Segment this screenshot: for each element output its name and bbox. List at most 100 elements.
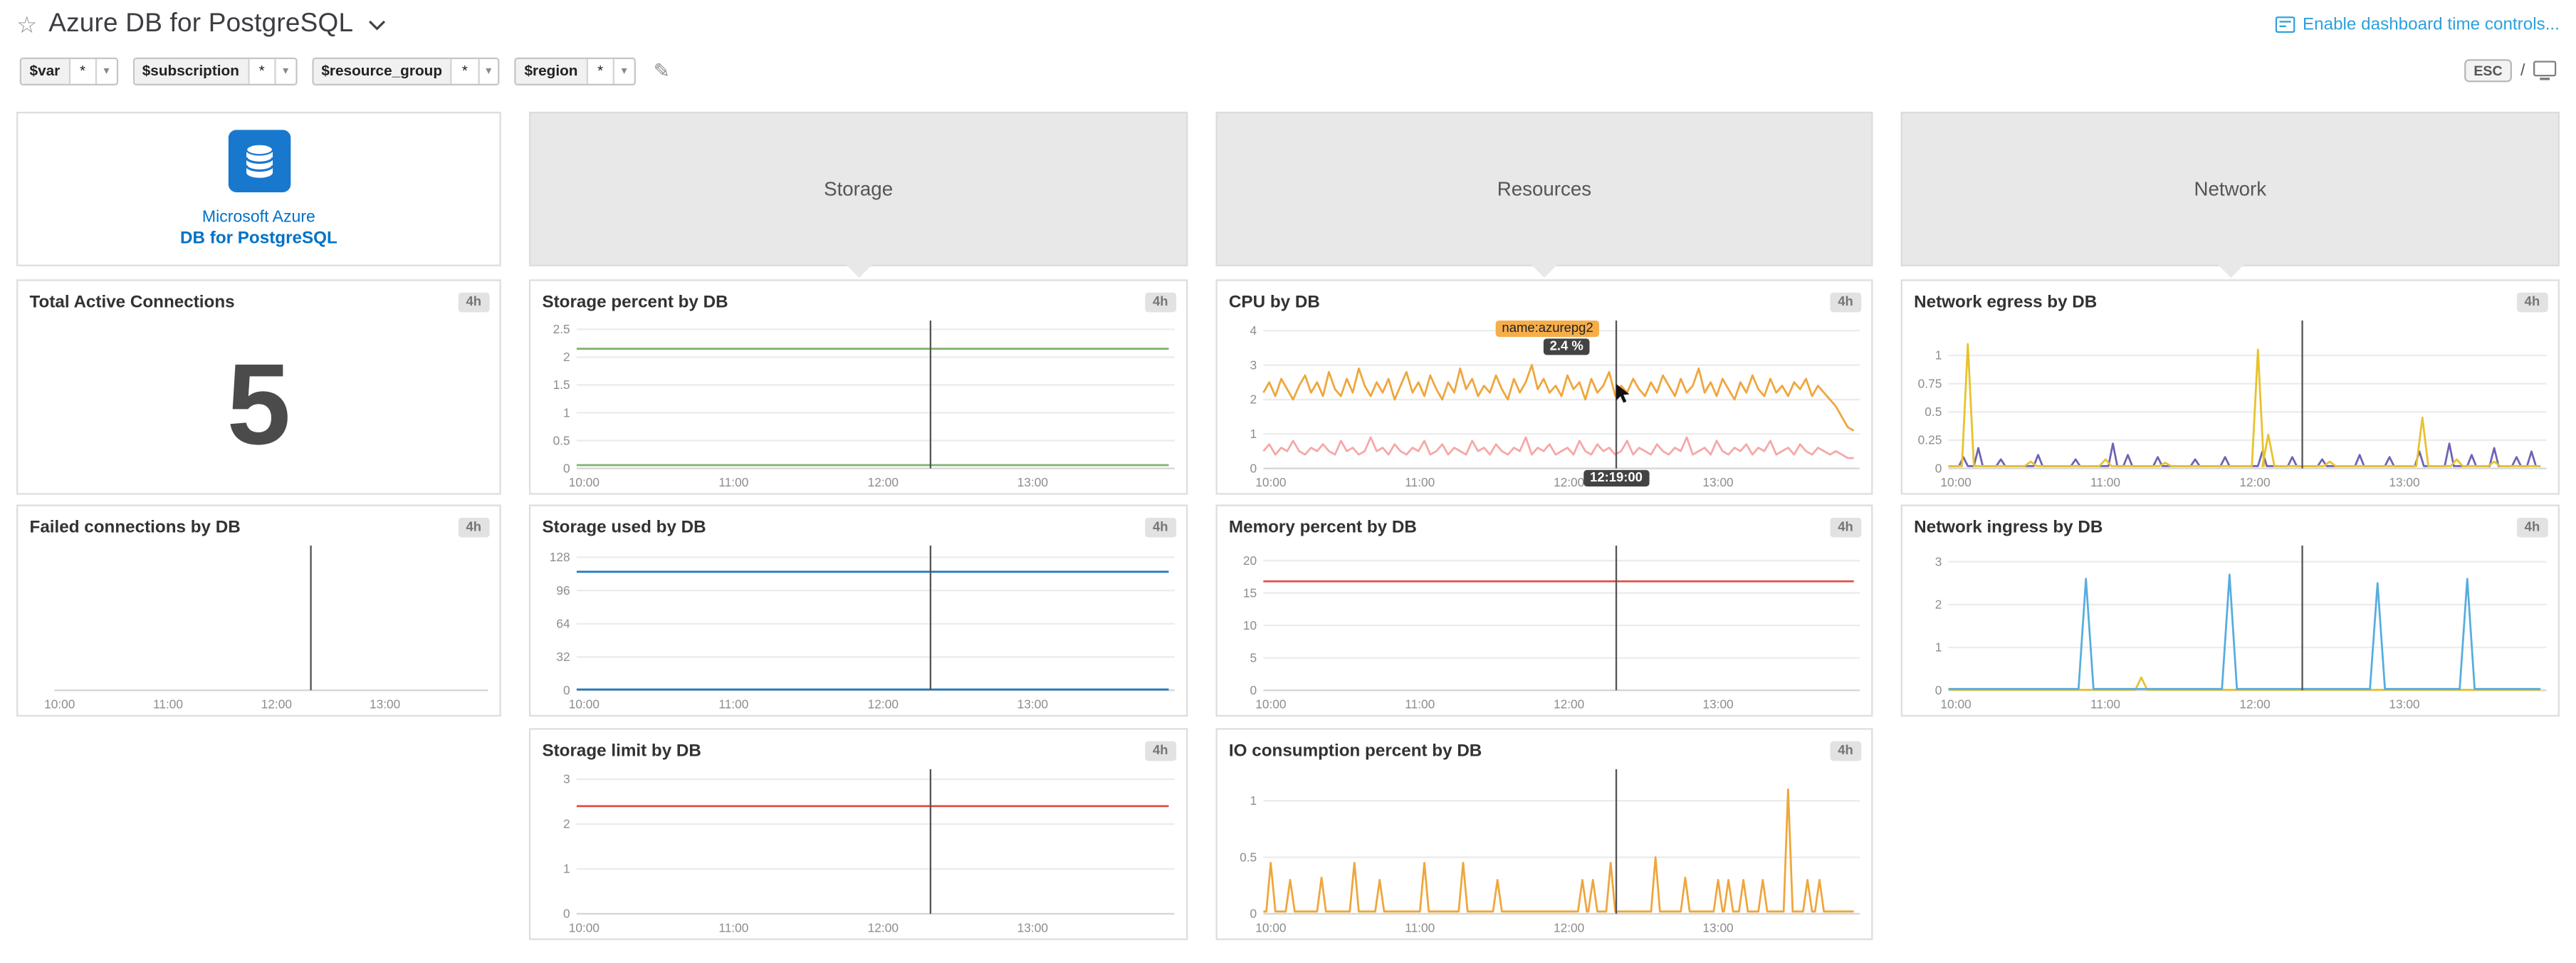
panel-azure-logo: Microsoft Azure DB for PostgreSQL bbox=[16, 112, 501, 266]
panel-title-bar[interactable]: Storage used by DB 4h bbox=[530, 506, 1186, 541]
chevron-down-icon[interactable] bbox=[368, 19, 386, 31]
time-range-badge: 4h bbox=[458, 517, 490, 537]
time-range-badge: 4h bbox=[1144, 292, 1176, 312]
panel-title-bar[interactable]: Network ingress by DB 4h bbox=[1902, 506, 2558, 541]
memory-percent-chart[interactable]: 0510152010:0011:0012:0013:00 bbox=[1218, 541, 1871, 715]
dashboard-grid: Microsoft Azure DB for PostgreSQL Total … bbox=[0, 95, 2576, 963]
slash-separator: / bbox=[2520, 62, 2525, 80]
svg-text:1.5: 1.5 bbox=[553, 378, 570, 392]
panel-io-consumption: IO consumption percent by DB 4h 00.5110:… bbox=[1215, 728, 1873, 940]
panel-title-bar[interactable]: Failed connections by DB 4h bbox=[18, 506, 499, 541]
svg-text:1: 1 bbox=[563, 862, 570, 876]
svg-text:2.5: 2.5 bbox=[553, 322, 570, 336]
svg-text:96: 96 bbox=[556, 583, 570, 598]
svg-text:1: 1 bbox=[1250, 427, 1257, 441]
time-range-badge: 4h bbox=[1830, 517, 1862, 537]
time-range-badge: 4h bbox=[2516, 517, 2548, 537]
section-header-resources: Resources bbox=[1215, 112, 1873, 266]
tooltip-tt-value: 2.4 % bbox=[1543, 338, 1590, 355]
svg-text:2: 2 bbox=[1250, 392, 1257, 407]
azure-logo-line2: DB for PostgreSQL bbox=[180, 229, 337, 249]
failed-connections-chart[interactable]: 10:0011:0012:0013:00 bbox=[18, 541, 499, 715]
svg-text:0.5: 0.5 bbox=[1240, 850, 1257, 864]
time-range-badge: 4h bbox=[1144, 517, 1176, 537]
svg-text:10: 10 bbox=[1243, 618, 1257, 633]
variable-label: $region bbox=[516, 58, 587, 83]
network-ingress-chart[interactable]: 012310:0011:0012:0013:00 bbox=[1902, 541, 2558, 715]
variable-value: * bbox=[587, 58, 613, 83]
svg-text:11:00: 11:00 bbox=[718, 920, 748, 935]
svg-text:10:00: 10:00 bbox=[1255, 475, 1286, 489]
network-egress-chart[interactable]: 00.250.50.75110:0011:0012:0013:00 bbox=[1902, 316, 2558, 493]
section-title: Storage bbox=[824, 177, 893, 200]
scale-wrapper: ☆ Azure DB for PostgreSQL Enable dashboa… bbox=[0, 0, 2576, 963]
svg-text:11:00: 11:00 bbox=[1405, 920, 1435, 935]
monitor-icon[interactable] bbox=[2533, 61, 2556, 80]
favorite-star-icon[interactable]: ☆ bbox=[16, 11, 37, 38]
svg-text:11:00: 11:00 bbox=[718, 475, 748, 489]
panel-title-bar[interactable]: IO consumption percent by DB 4h bbox=[1218, 729, 1871, 764]
edit-icon[interactable]: ✎ bbox=[654, 59, 670, 82]
svg-text:0.5: 0.5 bbox=[1925, 405, 1942, 419]
section-header-storage: Storage bbox=[529, 112, 1188, 266]
panel-title: Memory percent by DB bbox=[1229, 517, 1417, 537]
svg-text:12:00: 12:00 bbox=[868, 697, 899, 711]
svg-text:10:00: 10:00 bbox=[569, 475, 600, 489]
time-range-badge: 4h bbox=[1830, 740, 1862, 760]
svg-text:0.75: 0.75 bbox=[1918, 376, 1942, 390]
panel-title-bar[interactable]: Storage percent by DB 4h bbox=[530, 281, 1186, 316]
variable-value: * bbox=[70, 58, 95, 83]
panel-title-bar[interactable]: CPU by DB 4h bbox=[1218, 281, 1871, 316]
variable-resource-group-dropdown[interactable]: $resource_group * ▾ bbox=[312, 57, 500, 85]
panel-title-bar[interactable]: Network egress by DB 4h bbox=[1902, 281, 2558, 316]
panel-network-ingress: Network ingress by DB 4h 012310:0011:001… bbox=[1901, 504, 2560, 717]
chevron-down-icon: ▾ bbox=[613, 58, 634, 83]
svg-text:12:00: 12:00 bbox=[868, 920, 899, 935]
tooltip-tt-time: 12:19:00 bbox=[1583, 470, 1649, 486]
panel-cpu: CPU by DB 4h 0123410:0011:0012:0013:00na… bbox=[1215, 279, 1873, 494]
svg-text:4: 4 bbox=[1250, 323, 1257, 338]
navbar-right: Enable dashboard time controls... bbox=[2275, 15, 2560, 35]
esc-key-badge: ESC bbox=[2464, 59, 2512, 82]
svg-text:11:00: 11:00 bbox=[718, 697, 748, 711]
variable-var-dropdown[interactable]: $var * ▾ bbox=[20, 57, 117, 85]
svg-text:3: 3 bbox=[1935, 554, 1942, 568]
storage-used-chart[interactable]: 032649612810:0011:0012:0013:00 bbox=[530, 541, 1186, 715]
svg-text:10:00: 10:00 bbox=[1255, 697, 1286, 711]
variable-subscription-dropdown[interactable]: $subscription * ▾ bbox=[132, 57, 297, 85]
svg-text:0: 0 bbox=[1935, 683, 1942, 697]
svg-text:1: 1 bbox=[563, 405, 570, 420]
panel-title-bar[interactable]: Storage limit by DB 4h bbox=[530, 729, 1186, 764]
svg-text:2: 2 bbox=[563, 817, 570, 831]
svg-text:10:00: 10:00 bbox=[1940, 475, 1971, 489]
svg-text:1: 1 bbox=[1935, 348, 1942, 363]
svg-text:12:00: 12:00 bbox=[1554, 475, 1584, 489]
time-range-badge: 4h bbox=[2516, 292, 2548, 312]
enable-time-controls-link[interactable]: Enable dashboard time controls... bbox=[2303, 15, 2560, 35]
panel-storage-used: Storage used by DB 4h 032649612810:0011:… bbox=[529, 504, 1188, 717]
cpu-chart[interactable]: 0123410:0011:0012:0013:00name:azurepg22.… bbox=[1218, 316, 1871, 493]
storage-limit-chart[interactable]: 012310:0011:0012:0013:00 bbox=[530, 764, 1186, 939]
svg-text:13:00: 13:00 bbox=[2389, 697, 2419, 711]
svg-text:0: 0 bbox=[563, 683, 570, 697]
panel-title-bar[interactable]: Memory percent by DB 4h bbox=[1218, 506, 1871, 541]
variable-label: $subscription bbox=[134, 58, 249, 83]
variable-region-dropdown[interactable]: $region * ▾ bbox=[515, 57, 636, 85]
storage-percent-chart[interactable]: 00.511.522.510:0011:0012:0013:00 bbox=[530, 316, 1186, 493]
dashboard-title[interactable]: Azure DB for PostgreSQL bbox=[48, 10, 353, 40]
svg-text:0: 0 bbox=[1250, 907, 1257, 921]
panel-title-bar[interactable]: Total Active Connections 4h bbox=[18, 281, 499, 316]
variable-label: $resource_group bbox=[313, 58, 452, 83]
svg-text:13:00: 13:00 bbox=[1702, 697, 1733, 711]
svg-text:11:00: 11:00 bbox=[1405, 697, 1435, 711]
svg-text:13:00: 13:00 bbox=[1017, 920, 1048, 935]
section-header-network: Network bbox=[1901, 112, 2560, 266]
navbar: ☆ Azure DB for PostgreSQL Enable dashboa… bbox=[0, 0, 2576, 49]
svg-text:10:00: 10:00 bbox=[1940, 697, 1971, 711]
svg-text:12:00: 12:00 bbox=[1554, 920, 1584, 935]
panel-failed-connections: Failed connections by DB 4h 10:0011:0012… bbox=[16, 504, 501, 717]
panel-memory-percent: Memory percent by DB 4h 0510152010:0011:… bbox=[1215, 504, 1873, 717]
svg-text:5: 5 bbox=[1250, 650, 1257, 665]
section-title: Resources bbox=[1497, 177, 1591, 200]
io-consumption-chart[interactable]: 00.5110:0011:0012:0013:00 bbox=[1218, 764, 1871, 939]
